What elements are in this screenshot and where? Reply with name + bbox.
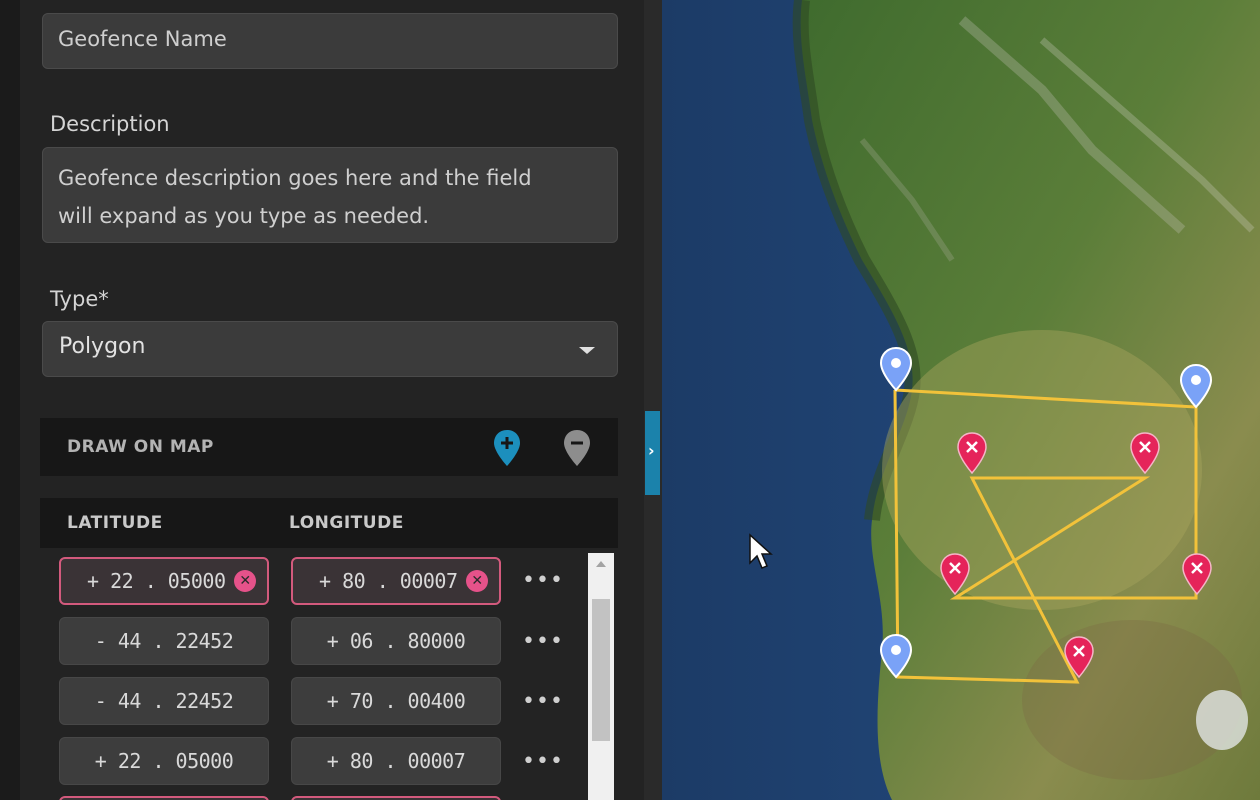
plateau-area: [882, 330, 1202, 610]
latitude-input[interactable]: + 22 . 05000: [59, 737, 269, 785]
draw-on-map-bar: DRAW ON MAP: [40, 418, 618, 476]
longitude-input[interactable]: + 80 . 00007 ✕: [291, 557, 501, 605]
panel-divider: [644, 0, 662, 800]
geofence-form-panel: Geofence Name Description Geofence descr…: [0, 0, 644, 800]
chevron-right-icon: ›: [648, 441, 655, 460]
collapse-panel-toggle[interactable]: ›: [645, 411, 660, 495]
latitude-value: - 44 . 22452: [94, 629, 234, 653]
satellite-map[interactable]: [662, 0, 1260, 800]
description-label: Description: [50, 112, 170, 136]
latitude-input-partial[interactable]: [59, 796, 269, 800]
latitude-header: LATITUDE: [67, 513, 163, 533]
draw-on-map-label: DRAW ON MAP: [67, 437, 214, 457]
clear-icon[interactable]: ✕: [466, 570, 488, 592]
description-textarea[interactable]: Geofence description goes here and the f…: [42, 147, 618, 243]
type-select[interactable]: Polygon: [42, 321, 618, 377]
row-menu-icon[interactable]: •••: [522, 691, 563, 717]
row-menu-icon[interactable]: •••: [522, 631, 563, 657]
geofence-name-input[interactable]: Geofence Name: [42, 13, 618, 69]
latitude-value: - 44 . 22452: [94, 689, 234, 713]
scrollbar-thumb[interactable]: [592, 599, 610, 741]
chevron-down-icon: [579, 347, 595, 354]
longitude-value: + 80 . 00007: [326, 749, 466, 773]
longitude-input[interactable]: + 06 . 80000: [291, 617, 501, 665]
coords-table-header: LATITUDE LONGITUDE: [40, 498, 618, 548]
row-menu-icon[interactable]: •••: [522, 751, 563, 777]
clear-icon[interactable]: ✕: [234, 570, 256, 592]
latitude-input[interactable]: + 22 . 05000 ✕: [59, 557, 269, 605]
description-line-2: will expand as you type as needed.: [58, 204, 430, 228]
latitude-value: + 22 . 05000: [87, 569, 226, 593]
map-canvas[interactable]: [662, 0, 1260, 800]
longitude-header: LONGITUDE: [289, 513, 404, 533]
description-line-1: Geofence description goes here and the f…: [58, 166, 532, 190]
longitude-value: + 80 . 00007: [319, 569, 458, 593]
longitude-input[interactable]: + 70 . 00400: [291, 677, 501, 725]
geofence-name-placeholder: Geofence Name: [58, 27, 227, 51]
remove-location-pin-icon[interactable]: [562, 428, 592, 468]
type-select-value: Polygon: [59, 334, 146, 359]
type-label: Type*: [50, 287, 109, 311]
latitude-value: + 22 . 05000: [94, 749, 234, 773]
add-location-pin-icon[interactable]: [492, 428, 522, 468]
longitude-value: + 06 . 80000: [326, 629, 466, 653]
snow-patch: [1196, 690, 1248, 750]
longitude-input-partial[interactable]: [291, 796, 501, 800]
panel-edge: [0, 0, 20, 800]
longitude-input[interactable]: + 80 . 00007: [291, 737, 501, 785]
scroll-up-arrow-icon[interactable]: [596, 561, 606, 567]
row-menu-icon[interactable]: •••: [522, 570, 563, 596]
latitude-input[interactable]: - 44 . 22452: [59, 677, 269, 725]
coords-scrollbar[interactable]: [588, 553, 614, 800]
latitude-input[interactable]: - 44 . 22452: [59, 617, 269, 665]
longitude-value: + 70 . 00400: [326, 689, 466, 713]
